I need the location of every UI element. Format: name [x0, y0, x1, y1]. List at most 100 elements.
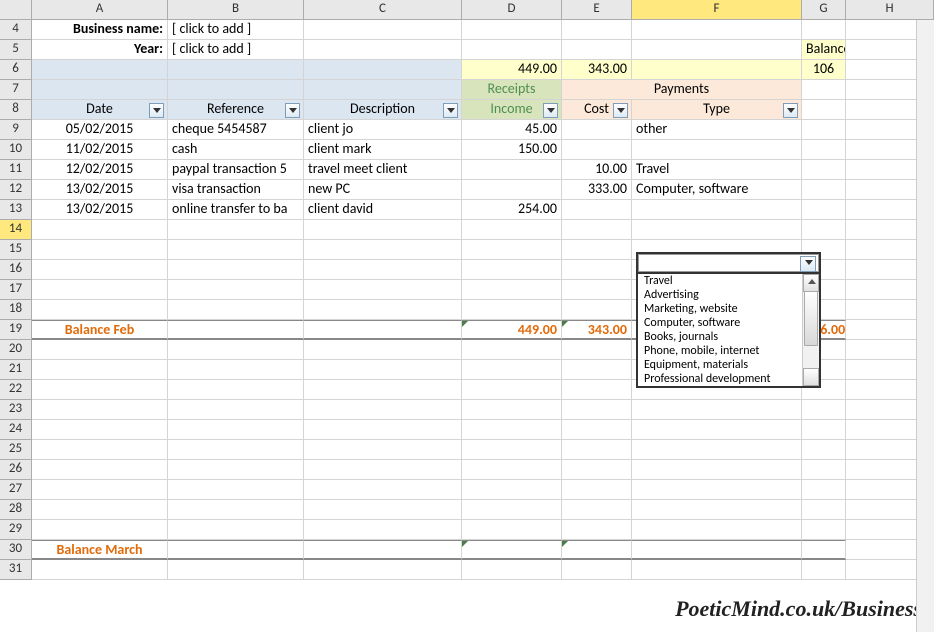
dropdown-item[interactable]: Computer, software: [638, 316, 801, 330]
cell[interactable]: [802, 20, 846, 40]
cell-type[interactable]: Computer, software: [632, 180, 802, 200]
cell[interactable]: [462, 240, 562, 260]
cell[interactable]: [304, 40, 462, 60]
cell[interactable]: [304, 220, 462, 240]
cell[interactable]: [32, 220, 168, 240]
cell[interactable]: [32, 480, 168, 500]
cell-type[interactable]: [632, 200, 802, 220]
cell[interactable]: [462, 520, 562, 540]
cell[interactable]: [802, 100, 846, 120]
cell-date[interactable]: 12/02/2015: [32, 160, 168, 180]
cell[interactable]: [802, 120, 846, 140]
cell-cost[interactable]: [562, 120, 632, 140]
cell[interactable]: [304, 560, 462, 580]
cell[interactable]: [304, 500, 462, 520]
cell-reference[interactable]: cheque 5454587: [168, 120, 304, 140]
cell[interactable]: [562, 500, 632, 520]
cell-cost[interactable]: 333.00: [562, 180, 632, 200]
cell[interactable]: [168, 280, 304, 300]
cell[interactable]: [304, 240, 462, 260]
select-all[interactable]: [0, 0, 32, 20]
cell[interactable]: [32, 520, 168, 540]
cell-description[interactable]: client jo: [304, 120, 462, 140]
cell[interactable]: [562, 420, 632, 440]
cell[interactable]: [562, 340, 632, 360]
cell[interactable]: [632, 560, 802, 580]
row-21[interactable]: 21: [0, 360, 32, 380]
cell[interactable]: [168, 220, 304, 240]
cell[interactable]: [462, 220, 562, 240]
cell[interactable]: [802, 480, 846, 500]
cell[interactable]: [304, 280, 462, 300]
row-16[interactable]: 16: [0, 260, 32, 280]
cell[interactable]: [802, 460, 846, 480]
cell[interactable]: [168, 400, 304, 420]
cell[interactable]: [562, 20, 632, 40]
cell[interactable]: [304, 80, 462, 100]
cell[interactable]: [462, 420, 562, 440]
cell-cost[interactable]: [562, 200, 632, 220]
cell[interactable]: [304, 260, 462, 280]
cell[interactable]: [562, 380, 632, 400]
row-12[interactable]: 12: [0, 180, 32, 200]
cell[interactable]: [802, 500, 846, 520]
dropdown-list[interactable]: TravelAdvertisingMarketing, websiteCompu…: [638, 272, 819, 386]
cell[interactable]: [632, 440, 802, 460]
cell[interactable]: [462, 40, 562, 60]
cell[interactable]: [632, 420, 802, 440]
cell[interactable]: [32, 300, 168, 320]
col-D[interactable]: D: [462, 0, 562, 20]
col-C[interactable]: C: [304, 0, 462, 20]
cell[interactable]: [562, 400, 632, 420]
cell[interactable]: [632, 480, 802, 500]
row-27[interactable]: 27: [0, 480, 32, 500]
cell[interactable]: [32, 60, 168, 80]
cell[interactable]: [802, 180, 846, 200]
row-29[interactable]: 29: [0, 520, 32, 540]
cell[interactable]: [168, 380, 304, 400]
cell-cost[interactable]: [562, 140, 632, 160]
cell[interactable]: [462, 340, 562, 360]
cell[interactable]: [462, 300, 562, 320]
cell-income[interactable]: 254.00: [462, 200, 562, 220]
row-19[interactable]: 19: [0, 320, 32, 340]
row-31[interactable]: 31: [0, 560, 32, 580]
cell[interactable]: [802, 440, 846, 460]
cell[interactable]: [168, 300, 304, 320]
hdr-description[interactable]: Description: [304, 100, 462, 120]
cell[interactable]: [562, 220, 632, 240]
type-dropdown[interactable]: TravelAdvertisingMarketing, websiteCompu…: [636, 252, 821, 388]
row-25[interactable]: 25: [0, 440, 32, 460]
cell[interactable]: [632, 460, 802, 480]
cell-description[interactable]: travel meet client: [304, 160, 462, 180]
col-B[interactable]: B: [168, 0, 304, 20]
hdr-date[interactable]: Date: [32, 100, 168, 120]
cell[interactable]: [562, 560, 632, 580]
cell-description[interactable]: client mark: [304, 140, 462, 160]
cell[interactable]: [32, 260, 168, 280]
cell[interactable]: [304, 300, 462, 320]
cell[interactable]: [562, 480, 632, 500]
col-F[interactable]: F: [632, 0, 802, 20]
cell[interactable]: [632, 20, 802, 40]
cell[interactable]: [32, 560, 168, 580]
cell[interactable]: [32, 420, 168, 440]
row-14[interactable]: 14: [0, 220, 32, 240]
cell[interactable]: [168, 440, 304, 460]
cell[interactable]: [462, 400, 562, 420]
dropdown-item[interactable]: Equipment, materials: [638, 358, 801, 372]
cell[interactable]: [304, 480, 462, 500]
cell[interactable]: [304, 320, 462, 340]
cell[interactable]: [32, 380, 168, 400]
row-23[interactable]: 23: [0, 400, 32, 420]
cell[interactable]: [462, 280, 562, 300]
cell[interactable]: [32, 240, 168, 260]
dropdown-item[interactable]: Marketing, website: [638, 302, 801, 316]
cell[interactable]: [304, 340, 462, 360]
row-5[interactable]: 5: [0, 40, 32, 60]
dropdown-scrollbar[interactable]: [802, 274, 819, 386]
cell-date[interactable]: 13/02/2015: [32, 200, 168, 220]
cell[interactable]: [462, 20, 562, 40]
cell[interactable]: [32, 500, 168, 520]
cell[interactable]: [168, 460, 304, 480]
